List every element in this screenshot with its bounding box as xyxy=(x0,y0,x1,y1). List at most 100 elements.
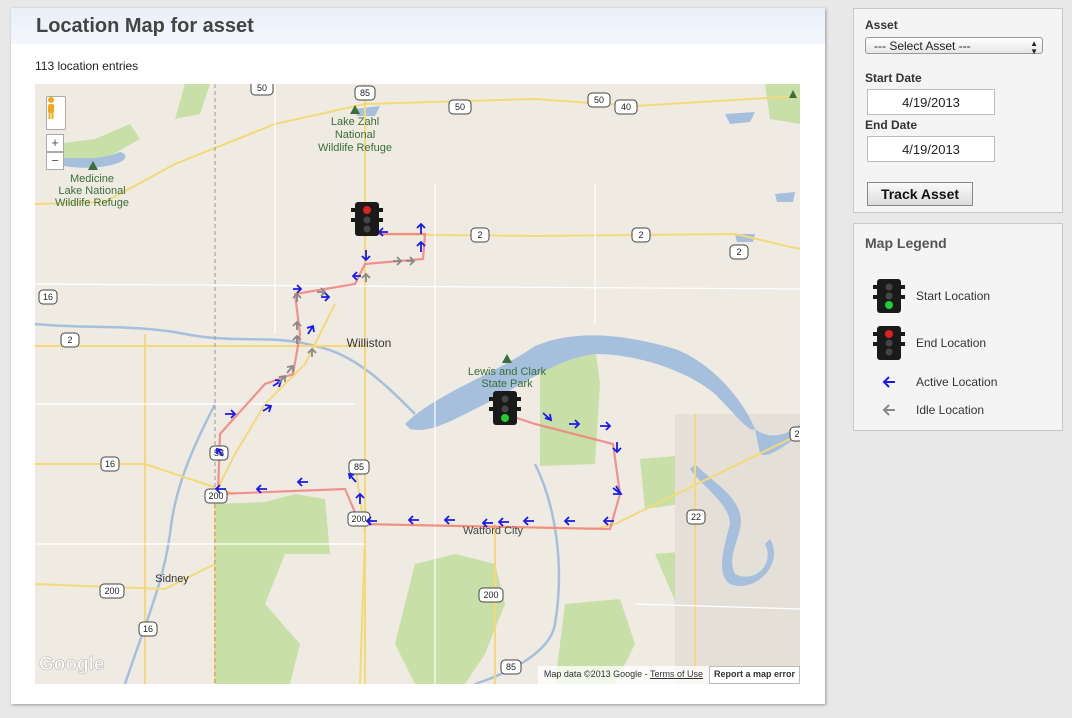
zoom-out-button[interactable]: − xyxy=(46,152,64,170)
active-arrow-icon xyxy=(361,250,371,262)
end-date-input[interactable]: 4/19/2013 xyxy=(867,136,995,162)
road-shield: 16 xyxy=(100,456,120,472)
road-shield: 16 xyxy=(138,621,158,637)
legend-item: Start Location xyxy=(872,279,990,313)
svg-text:2: 2 xyxy=(794,429,799,439)
road-shield: 22 xyxy=(686,509,706,525)
asset-label: Asset xyxy=(865,18,898,32)
select-arrows-icon: ▲ ▼ xyxy=(1030,39,1038,56)
google-logo[interactable]: Google xyxy=(39,654,105,676)
place-label: Wildlife Refuge xyxy=(318,142,392,154)
road-shield: 50 xyxy=(448,99,472,115)
asset-tracking-panel: Asset --- Select Asset --- ▲ ▼ Start Date… xyxy=(853,8,1063,213)
park-marker-icon xyxy=(502,354,512,363)
entries-count: 113 location entries xyxy=(35,59,139,73)
road-shield: 200 xyxy=(347,511,371,527)
svg-text:22: 22 xyxy=(691,512,701,522)
place-label: Sidney xyxy=(155,573,189,585)
gray-arrow-icon xyxy=(872,402,906,418)
legend-item: Active Location xyxy=(872,374,997,390)
place-label: National xyxy=(335,129,375,141)
road-shield: 2 xyxy=(60,332,80,348)
road-shield: 85 xyxy=(348,459,370,475)
map-legend-panel: Map Legend Start Location End Location A… xyxy=(853,223,1063,431)
asset-select[interactable]: --- Select Asset --- ▲ ▼ xyxy=(865,37,1043,56)
track-asset-button[interactable]: Track Asset xyxy=(867,182,973,206)
legend-item-label: Active Location xyxy=(916,375,998,389)
road-shield: 200 xyxy=(478,587,504,603)
svg-text:2: 2 xyxy=(477,230,482,240)
report-map-error-button[interactable]: Report a map error xyxy=(708,666,800,684)
svg-text:85: 85 xyxy=(506,662,516,672)
svg-text:16: 16 xyxy=(143,624,153,634)
legend-item-label: Start Location xyxy=(916,289,991,303)
active-arrow-icon xyxy=(306,324,315,335)
map-canvas: 50 50 50 40 85 2 2 2 16 2 16 58 85 200 2… xyxy=(35,84,800,684)
place-label: Medicine xyxy=(70,173,114,185)
zoom-in-button[interactable]: + xyxy=(46,134,64,152)
svg-text:2: 2 xyxy=(638,230,643,240)
svg-text:2: 2 xyxy=(67,335,72,345)
map-attribution: Map data ©2013 Google - Terms of Use Rep… xyxy=(537,666,800,684)
svg-text:2: 2 xyxy=(736,247,741,257)
road-shield: 2 xyxy=(631,227,651,243)
road-shield: 2 xyxy=(470,227,490,243)
svg-text:50: 50 xyxy=(257,84,267,93)
page-title: Location Map for asset xyxy=(36,15,254,37)
main-panel: Location Map for asset 113 location entr… xyxy=(11,8,825,704)
road-shield: 50 xyxy=(587,92,611,108)
active-arrow-icon xyxy=(407,515,419,525)
attribution-text: Map data ©2013 Google - xyxy=(543,669,650,679)
svg-text:85: 85 xyxy=(360,88,370,98)
road-shield: 2 xyxy=(729,244,749,260)
svg-text:200: 200 xyxy=(208,491,223,501)
svg-text:16: 16 xyxy=(43,292,53,302)
asset-select-value: --- Select Asset --- xyxy=(874,39,971,53)
start-date-input[interactable]: 4/19/2013 xyxy=(867,89,995,115)
start-date-label: Start Date xyxy=(865,71,922,85)
active-arrow-icon xyxy=(296,477,308,487)
place-label: Lake National xyxy=(58,185,125,197)
end-location-marker xyxy=(351,202,383,236)
road-shield: 50 xyxy=(250,84,274,96)
place-label: Lake Zahl xyxy=(331,116,379,128)
idle-arrow-icon xyxy=(286,364,294,374)
legend-title: Map Legend xyxy=(865,235,947,251)
svg-text:85: 85 xyxy=(354,462,364,472)
traffic-light-red-icon xyxy=(872,326,906,360)
road-shield: 16 xyxy=(38,289,58,305)
active-arrow-icon xyxy=(355,492,365,504)
map-view[interactable]: 50 50 50 40 85 2 2 2 16 2 16 58 85 200 2… xyxy=(35,84,800,684)
active-arrow-icon xyxy=(347,472,357,483)
legend-item-label: End Location xyxy=(916,336,987,350)
active-arrow-icon xyxy=(225,409,237,419)
place-label: Lewis and Clark xyxy=(468,366,547,378)
svg-text:16: 16 xyxy=(105,459,115,469)
idle-arrow-icon xyxy=(393,256,403,266)
svg-text:200: 200 xyxy=(351,514,366,524)
active-arrow-icon xyxy=(416,222,426,234)
road-shield: 200 xyxy=(99,583,125,599)
start-location-marker xyxy=(489,391,521,425)
svg-text:50: 50 xyxy=(594,95,604,105)
svg-text:40: 40 xyxy=(621,102,631,112)
svg-text:50: 50 xyxy=(455,102,465,112)
traffic-light-green-icon xyxy=(872,279,906,313)
terms-of-use-link[interactable]: Terms of Use xyxy=(650,669,703,679)
road-shield: 40 xyxy=(614,99,638,115)
end-date-label: End Date xyxy=(865,118,918,132)
active-arrow-icon xyxy=(443,515,455,525)
road-shield: 2 xyxy=(789,426,800,442)
road-shield: 85 xyxy=(354,85,376,101)
title-bar: Location Map for asset xyxy=(11,8,825,44)
place-label: Williston xyxy=(347,336,392,350)
road-shield: 58 xyxy=(209,445,229,461)
blue-arrow-icon xyxy=(872,374,906,390)
svg-text:200: 200 xyxy=(483,590,498,600)
legend-item: End Location xyxy=(872,326,986,360)
idle-arrow-icon xyxy=(406,256,416,266)
road-shield: 85 xyxy=(500,659,522,675)
street-view-pegman-icon[interactable] xyxy=(46,96,66,130)
place-label: Wildlife Refuge xyxy=(55,197,129,209)
active-arrow-icon xyxy=(563,516,575,526)
